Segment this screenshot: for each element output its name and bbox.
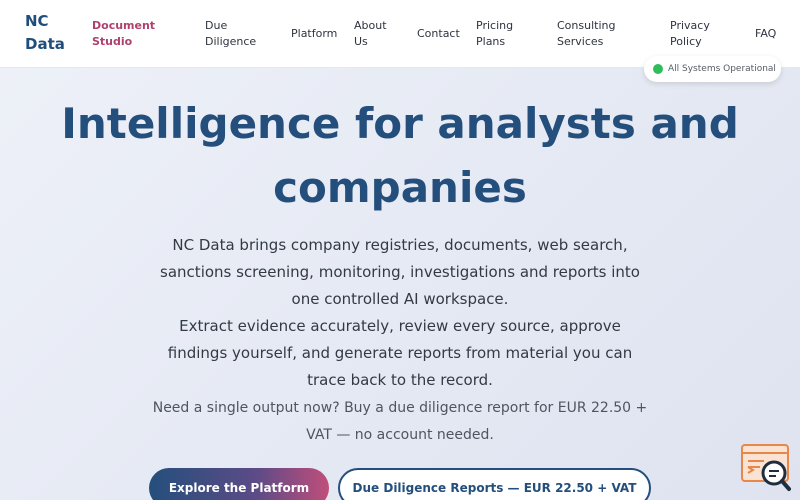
nav-label-line1: Platform: [291, 27, 338, 40]
nav-label-line1: FAQ: [755, 27, 777, 40]
nav-label-line1: Due: [205, 19, 228, 32]
nav-item-contact[interactable]: Contact: [417, 26, 460, 42]
system-status-badge[interactable]: All Systems Operational: [644, 56, 781, 82]
hero-title: Intelligence for analysts and companies: [40, 92, 760, 220]
search-chat-icon[interactable]: [740, 443, 792, 493]
hero-description: NC Data brings company registries, docum…: [150, 232, 650, 394]
nav-item-faq[interactable]: FAQ: [755, 26, 776, 42]
nav-item-pricing-plans[interactable]: Pricing Plans: [476, 18, 513, 50]
brand-name-line2: Data: [25, 35, 65, 53]
nav-item-platform[interactable]: Platform: [291, 26, 337, 42]
nav-label-line2: Plans: [476, 35, 506, 48]
status-label: All Systems Operational: [668, 64, 776, 74]
hero-purchase-note: Need a single output now? Buy a due dili…: [152, 400, 648, 443]
nav-label-line1: About: [354, 19, 387, 32]
brand-logo[interactable]: NC Data: [25, 10, 85, 56]
nav-label-line2: Studio: [92, 35, 133, 48]
status-dot-icon: [653, 64, 663, 74]
hero-description-paragraph: Extract evidence accurately, review ever…: [167, 317, 633, 389]
hero-description-paragraph: NC Data brings company registries, docum…: [160, 236, 640, 308]
hero-title-line2: companies: [273, 163, 527, 212]
hero-title-line1: Intelligence for analysts and: [61, 99, 739, 148]
nav-label-line2: Policy: [670, 35, 702, 48]
nav-label-line2: Diligence: [205, 35, 257, 48]
nav-label-line1: Document: [92, 19, 156, 32]
brand-name-line1: NC: [25, 12, 49, 30]
nav-item-privacy-policy[interactable]: Privacy Policy: [670, 18, 710, 50]
explore-platform-button[interactable]: Explore the Platform: [149, 468, 329, 500]
nav-label-line1: Pricing: [476, 19, 514, 32]
nav-item-consulting-services[interactable]: Consulting Services: [557, 18, 615, 50]
nav-label-line2: Services: [557, 35, 604, 48]
nav-label-line1: Privacy: [670, 19, 710, 32]
due-diligence-reports-button[interactable]: Due Diligence Reports — EUR 22.50 + VAT: [338, 468, 651, 500]
nav-item-document-studio[interactable]: Document Studio: [92, 18, 155, 50]
nav-item-about-us[interactable]: About Us: [354, 18, 387, 50]
nav-label-line2: Us: [354, 35, 368, 48]
nav-label-line1: Consulting: [557, 19, 616, 32]
nav-label-line1: Contact: [417, 27, 460, 40]
nav-item-due-diligence[interactable]: Due Diligence: [205, 18, 256, 50]
